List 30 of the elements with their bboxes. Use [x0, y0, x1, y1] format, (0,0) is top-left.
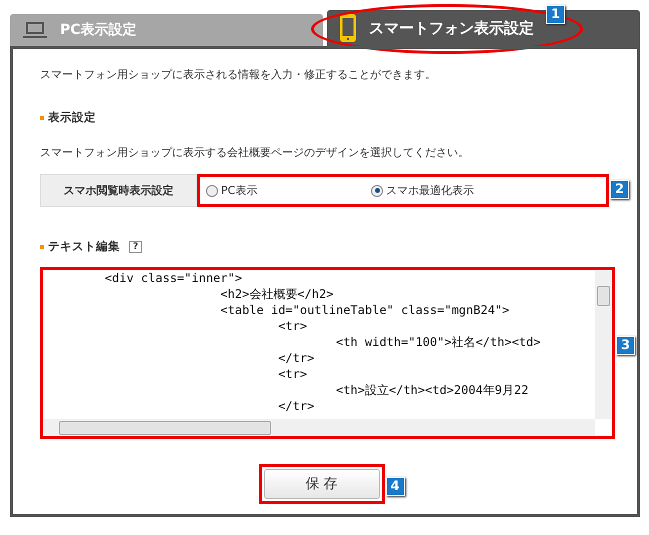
save-button[interactable]: 保 存 — [264, 469, 380, 499]
code-line: <table id="outlineTable" class="mgnB24"> — [219, 302, 510, 318]
radio-label[interactable]: PC表示 — [221, 183, 258, 198]
section-heading: 表示設定 — [48, 110, 96, 125]
setting-label: スマホ閲覧時表示設定 — [40, 174, 197, 207]
tab-label: スマートフォン表示設定 — [369, 18, 534, 38]
code-line: <tr> — [277, 366, 308, 382]
radio-button[interactable] — [206, 184, 218, 196]
horizontal-scrollbar[interactable] — [43, 419, 595, 436]
code-line: <div class="inner"> — [104, 270, 244, 286]
tab-label: PC表示設定 — [60, 21, 137, 39]
code-line: <tr> — [277, 318, 308, 334]
code-line: <th width="100">社名</th><td> — [334, 334, 542, 350]
phone-icon — [339, 13, 357, 43]
code-line: <th>設立</th><td>2004年9月22 — [334, 382, 530, 398]
section-heading: テキスト編集 — [48, 239, 120, 254]
help-icon[interactable]: ? — [129, 240, 142, 252]
section-description: スマートフォン用ショップに表示する会社概要ページのデザインを選択してください。 — [40, 145, 470, 160]
code-line: </tr> — [277, 398, 316, 414]
vertical-scrollbar[interactable] — [595, 270, 612, 419]
annotation-badge: 1 — [546, 5, 565, 24]
intro-text: スマートフォン用ショップに表示される情報を入力・修正することができます。 — [40, 67, 437, 82]
code-line: </tr> — [277, 350, 316, 366]
laptop-icon — [22, 20, 48, 40]
annotation-badge: 2 — [610, 180, 629, 199]
code-line: <h2>会社概要</h2> — [219, 286, 334, 302]
annotation-badge: 3 — [616, 336, 635, 355]
annotation-badge: 4 — [386, 477, 404, 496]
radio-label[interactable]: スマホ最適化表示 — [386, 183, 474, 198]
radio-button[interactable] — [371, 184, 383, 196]
